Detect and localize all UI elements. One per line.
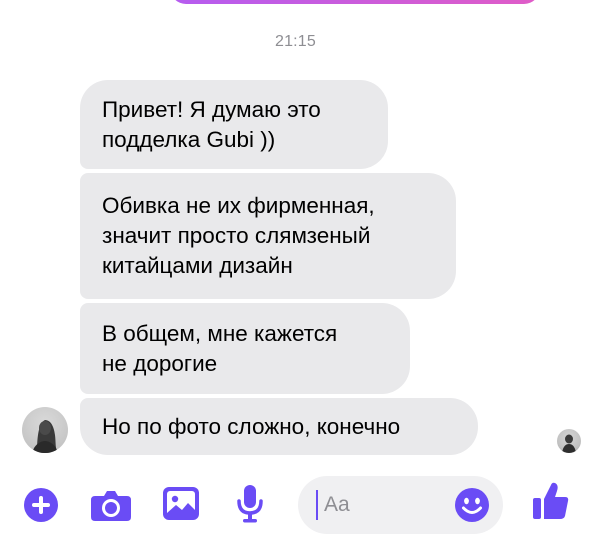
seen-indicator-avatar <box>557 429 581 453</box>
incoming-message-bubble[interactable]: Обивка не их фирменная, значит просто сл… <box>80 173 456 299</box>
text-cursor <box>316 490 318 520</box>
previous-message-bubble <box>170 0 540 4</box>
sender-avatar[interactable] <box>22 407 68 453</box>
avatar-photo-icon <box>32 420 58 453</box>
gallery-icon[interactable] <box>163 487 199 520</box>
message-input[interactable]: Aa <box>298 476 503 534</box>
message-input-placeholder: Aa <box>324 493 350 516</box>
incoming-message-bubble[interactable]: В общем, мне кажется не дорогие <box>80 303 410 394</box>
thumbs-up-icon[interactable] <box>533 482 569 520</box>
message-timestamp: 21:15 <box>274 33 317 50</box>
incoming-message-bubble[interactable]: Но по фото сложно, конечно <box>80 398 478 455</box>
incoming-message-bubble[interactable]: Привет! Я думаю это подделка Gubi )) <box>80 80 388 169</box>
camera-icon[interactable] <box>91 489 131 521</box>
message-text: Обивка не их фирменная, значит просто сл… <box>102 193 375 278</box>
emoji-icon[interactable] <box>455 488 489 522</box>
plus-icon[interactable] <box>24 488 58 522</box>
message-text: В общем, мне кажется не дорогие <box>102 320 338 376</box>
message-text: Но по фото сложно, конечно <box>102 413 401 439</box>
seen-avatar-photo-icon <box>562 434 576 453</box>
microphone-icon[interactable] <box>237 485 263 523</box>
message-text: Привет! Я думаю это подделка Gubi )) <box>102 96 321 152</box>
